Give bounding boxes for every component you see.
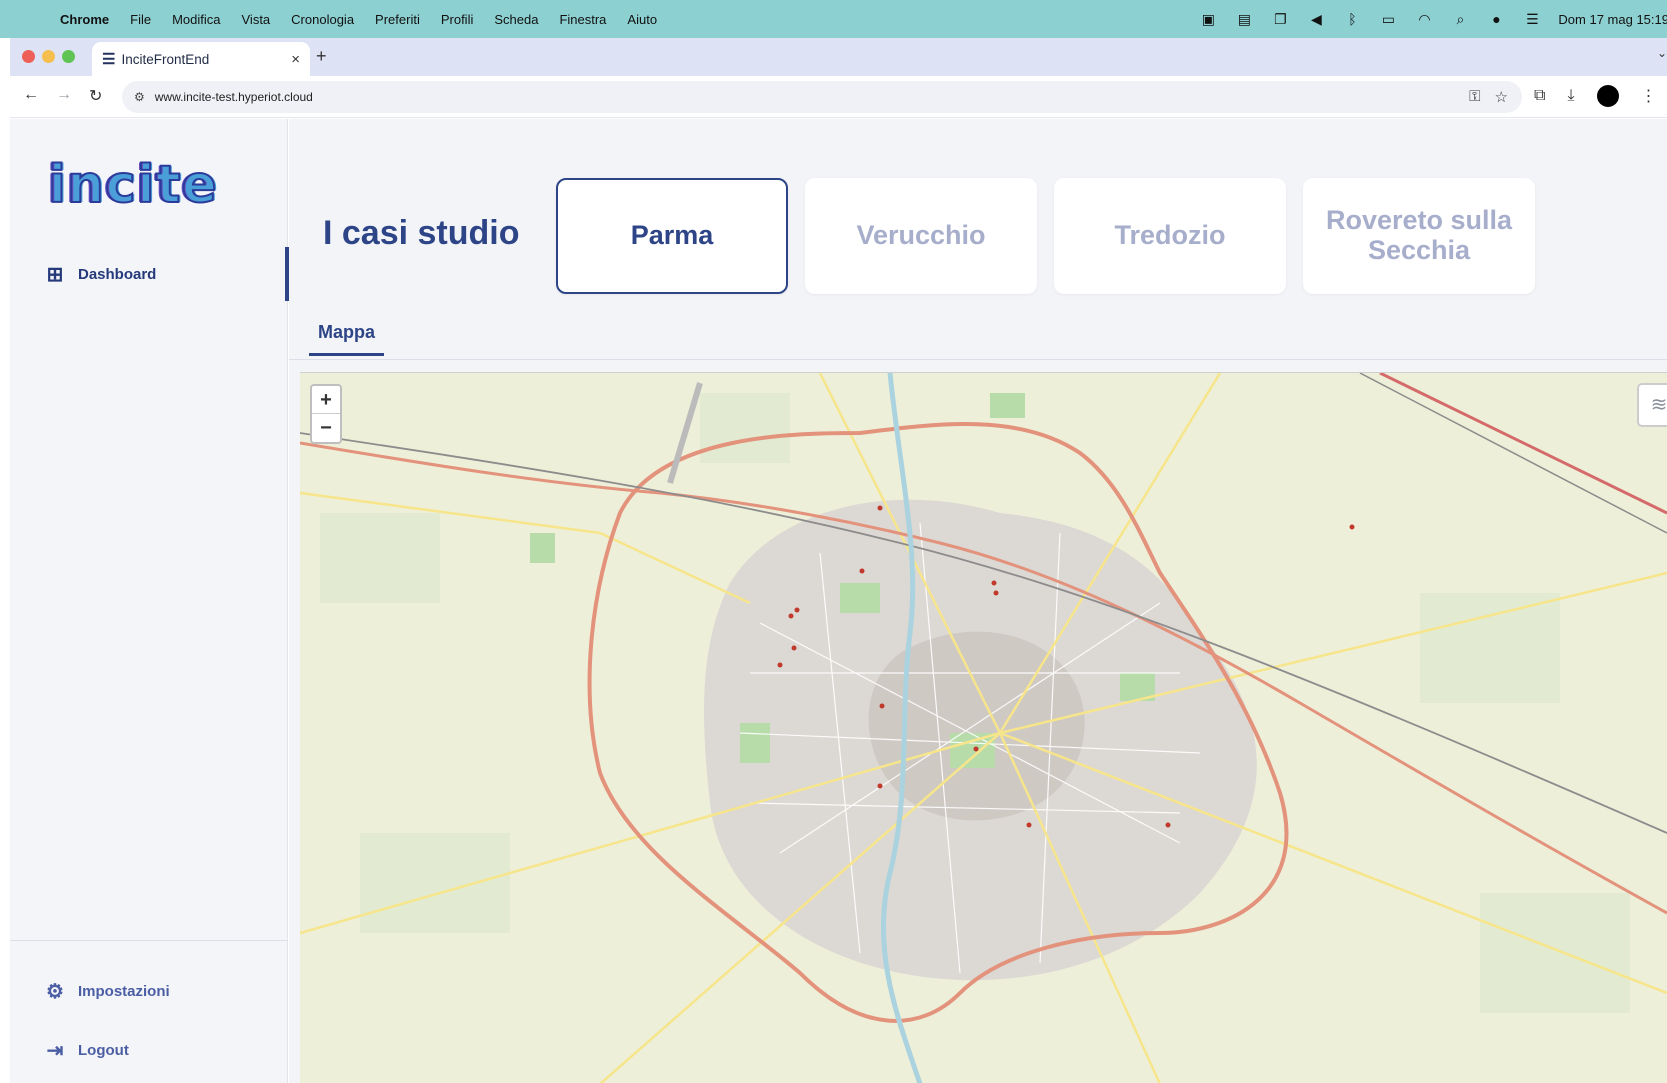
menu-finestra[interactable]: Finestra: [559, 12, 606, 27]
menu-modifica[interactable]: Modifica: [172, 12, 220, 27]
menu-vista[interactable]: Vista: [242, 12, 271, 27]
app-sidebar: incite ⊞ Dashboard ⚙ Impostazioni ⇥ Logo…: [10, 119, 289, 1083]
macos-menu-bar: Chrome File Modifica Vista Cronologia Pr…: [0, 0, 1667, 38]
tab-search-chevron-icon[interactable]: ⌄: [1657, 46, 1667, 60]
menu-profili[interactable]: Profili: [441, 12, 474, 27]
map-view[interactable]: + − ≋: [300, 372, 1667, 1083]
grid-icon: ⊞: [46, 263, 64, 286]
case-study-card-rovereto[interactable]: Rovereto sulla Secchia: [1303, 178, 1535, 294]
chrome-menu-icon[interactable]: ⋮: [1641, 86, 1657, 106]
browser-toolbar: ← → ↻ ⚙ www.incite-test.hyperiot.cloud ⚿…: [10, 76, 1667, 118]
case-study-card-tredozio[interactable]: Tredozio: [1054, 178, 1286, 294]
zoom-in-button[interactable]: +: [312, 386, 340, 414]
tab-close-icon[interactable]: ×: [291, 51, 300, 68]
window-minimize-button[interactable]: [42, 50, 55, 63]
tabs-underline: [289, 359, 1667, 360]
new-tab-button[interactable]: +: [316, 46, 327, 67]
tab-mappa[interactable]: Mappa: [309, 322, 384, 356]
map-zoom-control: + −: [310, 384, 342, 444]
sidebar-item-dashboard[interactable]: ⊞ Dashboard: [10, 247, 289, 301]
sidebar-item-label: Impostazioni: [78, 982, 170, 1000]
control-center-icon[interactable]: ☰: [1522, 11, 1542, 28]
bluetooth-icon[interactable]: ᛒ: [1342, 11, 1362, 27]
address-bar-url[interactable]: www.incite-test.hyperiot.cloud: [155, 90, 313, 104]
browser-tab-title: InciteFrontEnd: [121, 51, 210, 67]
address-bar-actions: ⚿ ☆: [1469, 88, 1508, 106]
window-maximize-button[interactable]: [62, 50, 75, 63]
menu-preferiti[interactable]: Preferiti: [375, 12, 420, 27]
reload-icon[interactable]: ↻: [89, 86, 102, 106]
window-close-button[interactable]: [22, 50, 35, 63]
menu-scheda[interactable]: Scheda: [494, 12, 538, 27]
spotlight-search-icon[interactable]: ⌕: [1450, 11, 1470, 28]
browser-tab-strip: ☰ InciteFrontEnd × + ⌄: [10, 38, 1667, 76]
toolbar-actions: ⧉ ⤓ ⋮: [1534, 85, 1657, 107]
layers-icon[interactable]: ≋: [1637, 383, 1667, 427]
extensions-puzzle-icon[interactable]: ⧉: [1534, 87, 1545, 105]
bookmark-star-icon[interactable]: ☆: [1495, 88, 1508, 106]
map-tiles[interactable]: [300, 373, 1667, 1083]
menu-aiuto[interactable]: Aiuto: [627, 12, 657, 27]
menu-file[interactable]: File: [130, 12, 151, 27]
window-icon[interactable]: ❐: [1270, 11, 1290, 28]
address-bar[interactable]: ⚙ www.incite-test.hyperiot.cloud ⚿ ☆: [122, 81, 1522, 113]
case-study-card-parma[interactable]: Parma: [556, 178, 788, 294]
back-arrow-icon[interactable]: ←: [23, 86, 39, 104]
menu-app-name[interactable]: Chrome: [60, 12, 109, 27]
forward-arrow-icon[interactable]: →: [56, 86, 72, 104]
browser-tab[interactable]: ☰ InciteFrontEnd ×: [92, 42, 310, 76]
menu-cronologia[interactable]: Cronologia: [291, 12, 354, 27]
site-settings-icon[interactable]: ⚙: [134, 90, 145, 104]
siri-icon[interactable]: ●: [1486, 11, 1506, 27]
page-title: I casi studio: [323, 214, 520, 252]
gear-icon: ⚙: [46, 980, 64, 1003]
screen-share-icon[interactable]: ▣: [1198, 11, 1218, 28]
sidebar-item-label: Dashboard: [78, 265, 157, 283]
sidebar-item-impostazioni[interactable]: ⚙ Impostazioni: [10, 964, 288, 1018]
incite-logo: incite: [47, 154, 218, 216]
password-key-icon[interactable]: ⚿: [1469, 88, 1480, 106]
sidebar-divider: [10, 940, 288, 941]
main-content: I casi studio Parma Verucchio Tredozio R…: [289, 119, 1667, 1083]
incite-favicon-icon: ☰: [102, 51, 116, 68]
menubar-clock[interactable]: Dom 17 mag 15:19: [1558, 12, 1667, 27]
sidebar-item-logout[interactable]: ⇥ Logout: [10, 1023, 288, 1077]
logout-icon: ⇥: [46, 1039, 64, 1062]
download-icon[interactable]: ⤓: [1567, 87, 1574, 105]
zoom-out-button[interactable]: −: [312, 414, 340, 442]
battery-icon[interactable]: ▭: [1378, 11, 1398, 28]
profile-avatar[interactable]: [1596, 85, 1619, 107]
case-study-card-verucchio[interactable]: Verucchio: [805, 178, 1037, 294]
wifi-icon[interactable]: ◠: [1414, 11, 1434, 28]
display-icon[interactable]: ▤: [1234, 11, 1254, 28]
volume-icon[interactable]: ◀: [1306, 11, 1326, 28]
sidebar-item-label: Logout: [78, 1041, 129, 1059]
menubar-status-area: ▣ ▤ ❐ ◀ ᛒ ▭ ◠ ⌕ ● ☰ Dom 17 mag 15:19: [1198, 0, 1667, 38]
